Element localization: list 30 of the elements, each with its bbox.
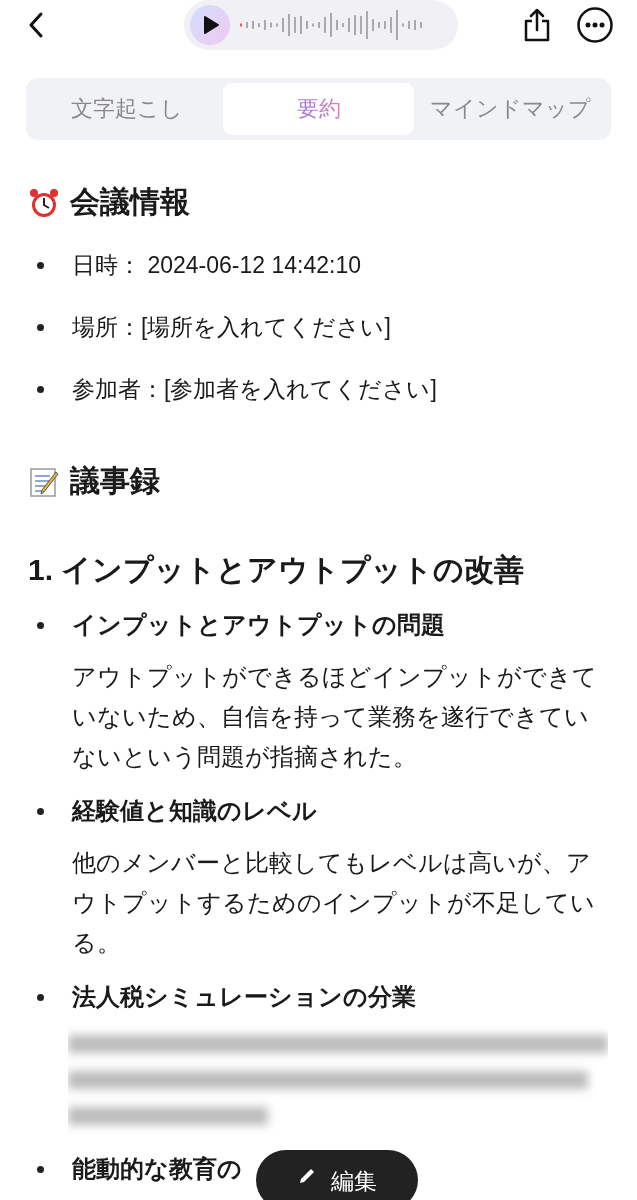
bullet-icon bbox=[37, 993, 44, 1001]
pencil-icon bbox=[297, 1166, 317, 1186]
alarm-clock-icon bbox=[28, 186, 60, 219]
bullet-icon bbox=[37, 621, 44, 629]
bullet-icon bbox=[37, 261, 44, 269]
info-item: 参加者：[参加者を入れてください] bbox=[72, 374, 437, 404]
bullet-icon bbox=[37, 1165, 44, 1173]
tab[interactable]: 文字起こし bbox=[31, 83, 223, 135]
tab[interactable]: マインドマップ bbox=[414, 83, 606, 135]
more-icon[interactable] bbox=[577, 7, 613, 43]
tab[interactable]: 要約 bbox=[222, 83, 415, 135]
info-item: 日時： 2024-06-12 14:42:10 bbox=[72, 250, 361, 280]
point-title: インプットとアウトプットの問題 bbox=[72, 610, 445, 640]
play-icon[interactable] bbox=[190, 5, 230, 45]
topic-heading: 1. インプットとアウトプットの改善 bbox=[28, 552, 526, 588]
bullet-icon bbox=[37, 323, 44, 331]
info-item: 場所：[場所を入れてください] bbox=[72, 312, 391, 342]
bullet-icon bbox=[37, 807, 44, 815]
bullet-icon bbox=[37, 385, 44, 393]
share-icon[interactable] bbox=[523, 8, 551, 42]
point-title: 法人税シミュレーションの分業 bbox=[72, 982, 416, 1012]
point-text: アウトプットができるほどインプットができていないため、自信を持って業務を遂行できていないという問題が指摘された。 bbox=[72, 662, 598, 772]
memo-icon bbox=[28, 465, 60, 498]
point-title: 経験値と知識のレベル bbox=[72, 796, 317, 826]
section-heading: 会議情報 bbox=[70, 184, 190, 220]
point-title: 能動的な教育の bbox=[72, 1154, 242, 1184]
back-icon[interactable] bbox=[28, 11, 44, 39]
point-text: 他のメンバーと比較してもレベルは高いが、アウトプットするためのインプットが不足している。 bbox=[72, 848, 596, 958]
section-heading: 議事録 bbox=[70, 463, 160, 499]
edit-button[interactable]: 編集 bbox=[256, 1150, 418, 1200]
